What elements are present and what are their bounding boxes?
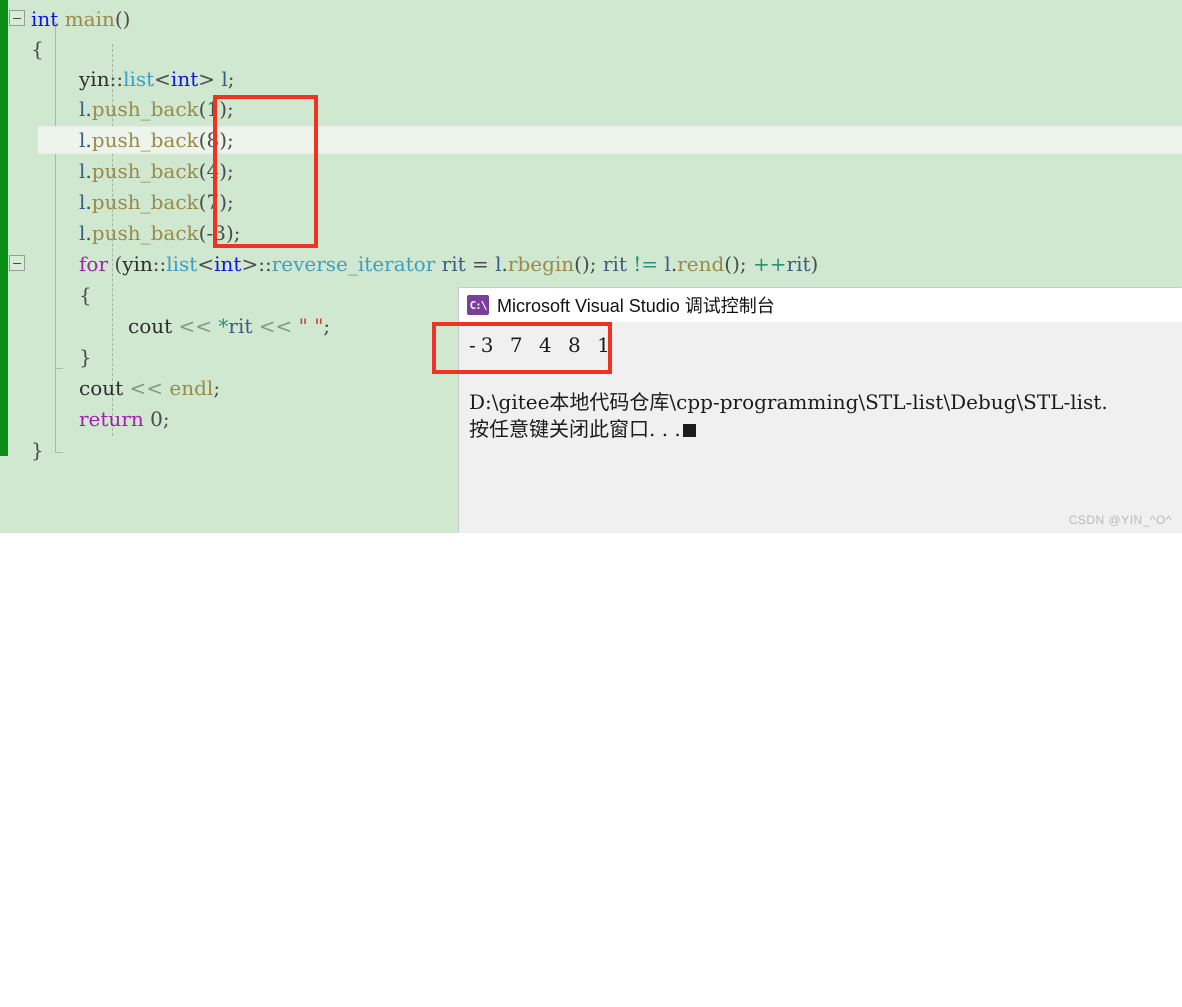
token-rit-cond: rit [602,252,627,276]
token-semi-11: ; [323,314,331,338]
console-app-icon: C:\ [467,295,489,315]
token-paren-close-9d: ) [810,252,819,276]
token-endl: endl [169,376,214,400]
token-assign: = [472,252,489,276]
token-pushback-6: push_back [91,159,199,183]
token-scope-1: :: [109,67,124,91]
console-title-bar[interactable]: C:\ Microsoft Visual Studio 调试控制台 [459,288,1182,322]
token-int: int [31,7,59,31]
token-incr: ++ [753,252,787,276]
token-yin: yin [79,67,110,91]
console-exit-prompt: 按任意键关闭此窗口. . . [469,416,696,443]
token-brace-open-10: { [79,283,92,307]
token-rit-incr: rit [786,252,811,276]
watermark: CSDN @YIN_^O^ [1068,513,1172,527]
token-rend: rend [677,252,725,276]
token-shift-11b: << [258,314,293,338]
console-exe-path: D:\gitee本地代码仓库\cpp-programming\STL-list\… [469,390,1108,414]
token-zero: 0 [150,407,163,431]
token-paren-open-9c: ( [724,252,733,276]
push-back-arguments-highlight-box [213,95,318,248]
token-brace-close-12: } [79,345,92,369]
console-exit-prompt-text: 按任意键关闭此窗口. . . [469,417,681,441]
token-semi-9a: ; [589,252,597,276]
token-pushback-8: push_back [91,221,199,245]
token-paren-close-9b: ) [581,252,590,276]
token-scope-9a: :: [152,252,167,276]
token-int-2: int [170,67,199,91]
console-icon-glyph: C:\ [469,298,488,312]
token-space-string: " " [298,314,324,338]
token-cout-11: cout [128,314,173,338]
token-rbegin: rbegin [507,252,575,276]
token-yin-9: yin [122,252,153,276]
token-lt-9: < [197,252,215,276]
token-return: return [79,407,144,431]
token-list-9: list [166,252,198,276]
token-shift-13: << [129,376,164,400]
token-star: * [218,314,229,338]
token-semi-3: ; [227,67,235,91]
token-semi-13: ; [213,376,221,400]
code-line-9: for ( yin::list<int>::reverse_iterator ri… [79,249,1182,279]
token-paren-close-9c: ) [732,252,740,276]
token-lt-1: < [154,67,171,91]
code-line-3: yin::list<int> l; [79,64,1182,94]
token-paren-open: ( [114,7,123,31]
token-pushback-4: push_back [91,97,199,121]
token-main: main [64,7,115,31]
token-semi-9b: ; [739,252,747,276]
token-gt-1: > [198,67,216,91]
token-semi-14: ; [162,407,170,431]
token-shift-11a: << [178,314,213,338]
console-title-text: Microsoft Visual Studio 调试控制台 [497,296,775,316]
token-neq: != [633,252,659,276]
code-line-2: { [31,34,1182,64]
code-line-1: int main() [31,4,1182,34]
token-paren-open-9b: ( [574,252,582,276]
token-rit-deref: rit [228,314,253,338]
token-reverse-iterator: reverse_iterator [271,252,436,276]
token-list: list [123,67,155,91]
token-pushback-7: push_back [91,190,199,214]
screenshot-root: int main() { yin::list<int> l; l.push_ba… [0,0,1182,533]
token-paren-close: ) [122,7,131,31]
token-brace-open: { [31,37,44,61]
token-for: for [79,252,109,276]
token-int-9: int [214,252,242,276]
token-gt-9: > [241,252,259,276]
token-scope-9b: :: [258,252,272,276]
console-output-highlight-box [432,322,612,374]
token-cout-13: cout [79,376,124,400]
token-rit-decl: rit [441,252,466,276]
console-cursor-block [682,424,696,437]
token-brace-close-15: } [31,438,44,462]
token-pushback-5: push_back [91,128,199,152]
